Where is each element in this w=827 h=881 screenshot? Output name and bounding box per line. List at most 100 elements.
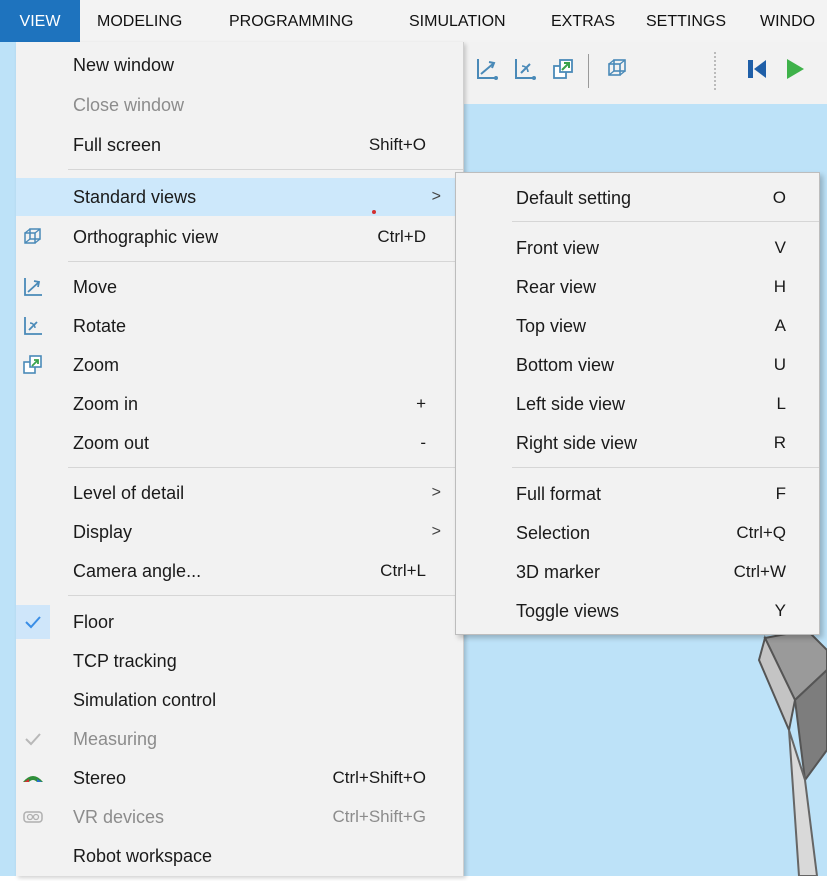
- menu-item-label: Close window: [73, 95, 185, 115]
- menu-separator: [512, 221, 819, 222]
- menu-item-robot-workspace[interactable]: Robot workspace: [16, 837, 463, 875]
- menu-window[interactable]: WINDO: [760, 0, 815, 42]
- checkmark-icon: [22, 728, 44, 750]
- toolbar-separator: [588, 54, 589, 88]
- toolbar-grip: [714, 52, 716, 90]
- menu-item-move[interactable]: Move: [16, 268, 463, 306]
- submenu-item-top-view[interactable]: Top view A: [456, 307, 819, 345]
- menu-item-label: Floor: [73, 612, 115, 632]
- menu-separator: [68, 169, 463, 170]
- menu-item-label: Bottom view: [516, 355, 615, 375]
- menu-item-stereo[interactable]: Stereo Ctrl+Shift+O: [16, 759, 463, 797]
- menu-item-label: Full screen: [73, 135, 162, 155]
- view-toolbar: [464, 42, 827, 104]
- menu-separator: [68, 595, 463, 596]
- menu-extras[interactable]: EXTRAS: [551, 0, 615, 42]
- cursor-marker: [372, 210, 376, 214]
- menu-item-camera-angle[interactable]: Camera angle... Ctrl+L: [16, 552, 463, 590]
- menu-separator: [68, 467, 463, 468]
- menu-item-label: Rotate: [73, 316, 127, 336]
- zoom-icon: [22, 354, 44, 376]
- submenu-item-default-setting[interactable]: Default setting O: [456, 179, 819, 217]
- menu-item-label: Top view: [516, 316, 587, 336]
- menu-settings[interactable]: SETTINGS: [646, 0, 726, 42]
- menu-item-label: Selection: [516, 523, 591, 543]
- move-icon: [22, 276, 44, 298]
- menu-item-shortcut: +: [416, 394, 426, 413]
- menu-item-label: Zoom out: [73, 433, 150, 453]
- move-icon[interactable]: [474, 56, 500, 82]
- menu-item-label: Simulation control: [73, 690, 217, 710]
- menu-item-label: Toggle views: [516, 601, 620, 621]
- menu-item-label: Orthographic view: [73, 227, 219, 247]
- menu-item-full-screen[interactable]: Full screen Shift+O: [16, 126, 463, 164]
- menu-item-shortcut: H: [773, 277, 786, 296]
- menu-item-new-window[interactable]: New window: [16, 46, 463, 84]
- submenu-item-full-format[interactable]: Full format F: [456, 475, 819, 513]
- menu-item-display[interactable]: Display >: [16, 513, 463, 551]
- submenu-item-rear-view[interactable]: Rear view H: [456, 268, 819, 306]
- submenu-item-right-side-view[interactable]: Right side view R: [456, 424, 819, 462]
- rotate-icon: [22, 315, 44, 337]
- menu-item-shortcut: V: [774, 238, 786, 257]
- menu-item-shortcut: U: [773, 355, 786, 374]
- menu-item-tcp-tracking[interactable]: TCP tracking: [16, 642, 463, 680]
- menu-item-zoom-out[interactable]: Zoom out -: [16, 424, 463, 462]
- menu-item-label: Default setting: [516, 188, 632, 208]
- menu-item-label: Front view: [516, 238, 600, 258]
- menu-item-shortcut: L: [776, 394, 786, 413]
- menu-item-shortcut: R: [773, 433, 786, 452]
- menu-item-label: Move: [73, 277, 118, 297]
- orthographic-view-icon: [22, 226, 44, 248]
- step-back-icon[interactable]: [744, 56, 770, 82]
- menu-view[interactable]: VIEW: [0, 0, 80, 42]
- menu-item-level-of-detail[interactable]: Level of detail >: [16, 474, 463, 512]
- chevron-right-icon: >: [431, 484, 441, 501]
- menu-item-measuring: Measuring: [16, 720, 463, 758]
- menu-item-rotate[interactable]: Rotate: [16, 307, 463, 345]
- submenu-item-left-side-view[interactable]: Left side view L: [456, 385, 819, 423]
- menu-item-shortcut: Shift+O: [368, 135, 426, 154]
- menu-item-shortcut: Ctrl+Shift+G: [332, 807, 426, 826]
- chevron-right-icon: >: [431, 523, 441, 540]
- orthographic-view-icon[interactable]: [604, 56, 630, 82]
- menu-item-label: TCP tracking: [73, 651, 177, 671]
- menu-item-label: Measuring: [73, 729, 158, 749]
- menu-item-shortcut: Y: [774, 601, 786, 620]
- menu-item-shortcut: O: [772, 188, 786, 207]
- menu-item-zoom[interactable]: Zoom: [16, 346, 463, 384]
- menu-item-shortcut: -: [420, 433, 426, 452]
- zoom-icon[interactable]: [550, 56, 576, 82]
- menu-item-standard-views[interactable]: Standard views >: [16, 178, 463, 216]
- menu-separator: [68, 261, 463, 262]
- menu-item-label: New window: [73, 55, 175, 75]
- submenu-item-3d-marker[interactable]: 3D marker Ctrl+W: [456, 553, 819, 591]
- play-icon[interactable]: [782, 56, 808, 82]
- menu-item-label: Display: [73, 522, 133, 542]
- menu-item-floor[interactable]: Floor: [16, 603, 463, 641]
- menu-simulation[interactable]: SIMULATION: [409, 0, 506, 42]
- stereo-glasses-icon: [22, 767, 44, 789]
- rotate-icon[interactable]: [512, 56, 538, 82]
- menu-item-label: Right side view: [516, 433, 638, 453]
- submenu-item-toggle-views[interactable]: Toggle views Y: [456, 592, 819, 630]
- menu-programming[interactable]: PROGRAMMING: [229, 0, 353, 42]
- menu-separator: [512, 467, 819, 468]
- submenu-item-front-view[interactable]: Front view V: [456, 229, 819, 267]
- menu-item-orthographic-view[interactable]: Orthographic view Ctrl+D: [16, 218, 463, 256]
- submenu-item-selection[interactable]: Selection Ctrl+Q: [456, 514, 819, 552]
- menu-item-label: Standard views: [73, 187, 197, 207]
- robot-model: [755, 628, 827, 877]
- menu-item-label: Full format: [516, 484, 602, 504]
- menu-item-label: Zoom: [73, 355, 120, 375]
- menu-item-shortcut: Ctrl+Q: [736, 523, 786, 542]
- menu-item-label: Stereo: [73, 768, 127, 788]
- menu-item-simulation-control[interactable]: Simulation control: [16, 681, 463, 719]
- menu-modeling[interactable]: MODELING: [97, 0, 182, 42]
- chevron-right-icon: >: [431, 188, 441, 205]
- vr-headset-icon: [22, 806, 44, 828]
- menu-item-zoom-in[interactable]: Zoom in +: [16, 385, 463, 423]
- checkmark-icon: [16, 605, 50, 639]
- submenu-item-bottom-view[interactable]: Bottom view U: [456, 346, 819, 384]
- menu-item-shortcut: Ctrl+L: [380, 561, 426, 580]
